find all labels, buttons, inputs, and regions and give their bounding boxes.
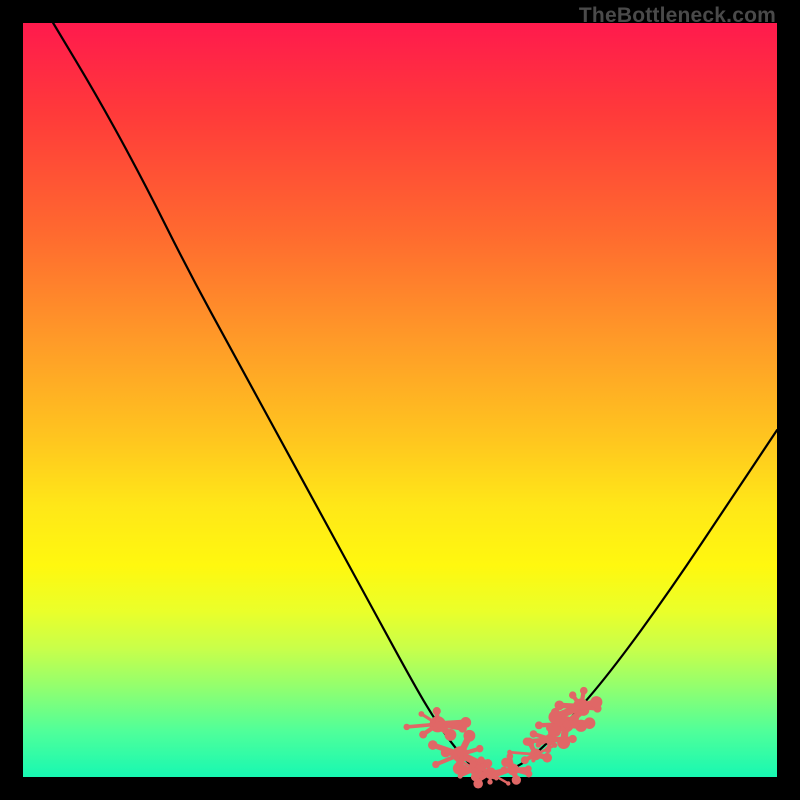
chart-frame <box>23 23 777 777</box>
data-point-splats <box>403 687 602 789</box>
watermark-text: TheBottleneck.com <box>579 4 776 28</box>
bottleneck-curve <box>53 23 777 772</box>
bottleneck-plot <box>23 23 777 777</box>
